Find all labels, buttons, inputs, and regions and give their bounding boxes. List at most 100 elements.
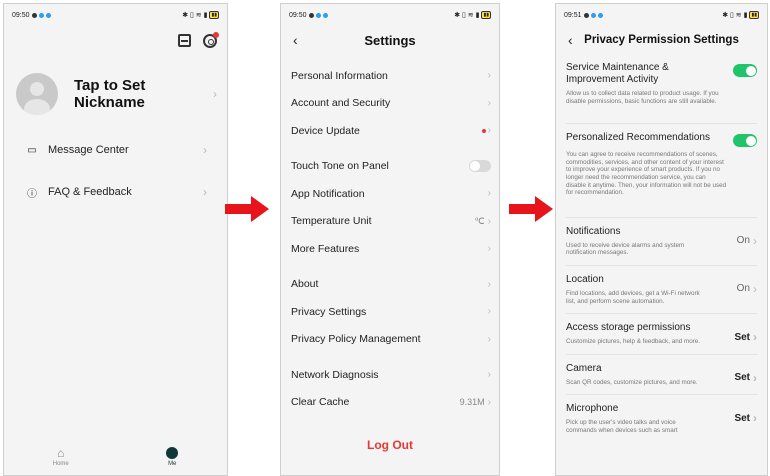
chevron-right-icon: › (487, 97, 491, 109)
permission-value: Set (734, 372, 750, 384)
status-icons: ✱ ▯ ≋ ▮ ▮▮ (454, 11, 491, 19)
settings-row-clear-cache[interactable]: Clear Cache 9.31M › (281, 389, 499, 417)
notification-badge (213, 32, 219, 38)
permission-title: Location (566, 273, 604, 285)
permission-title: Personalized Recommendations (566, 132, 710, 144)
profile-row[interactable]: Tap to Set Nickname › (16, 69, 217, 119)
chevron-right-icon: › (753, 370, 757, 385)
permission-description: Pick up the user's video talks and voice… (566, 419, 678, 434)
service-maintenance-toggle[interactable] (733, 64, 757, 77)
permission-value: On (736, 283, 750, 295)
message-center-item[interactable]: ▭ Message Center › (4, 129, 227, 171)
tab-label: Me (168, 461, 177, 467)
chevron-right-icon: › (487, 243, 491, 255)
row-label: Account and Security (291, 97, 391, 110)
settings-row-personal-information[interactable]: Personal Information › (281, 62, 499, 90)
permission-description: You can agree to receive recommendations… (566, 151, 727, 197)
menu-label: Message Center (48, 144, 129, 156)
chevron-right-icon: › (487, 125, 491, 137)
permission-service-maintenance: Service Maintenance & Improvement Activi… (566, 54, 757, 125)
row-label: Touch Tone on Panel (291, 160, 389, 173)
settings-row-app-notification[interactable]: App Notification › (281, 180, 499, 208)
row-label: Device Update (291, 124, 360, 137)
chevron-right-icon: › (487, 333, 491, 345)
settings-row-touch-tone: Touch Tone on Panel (281, 153, 499, 181)
home-icon: ⌂ (57, 446, 65, 460)
settings-row-temperature-unit[interactable]: Temperature Unit ℃ › (281, 208, 499, 236)
settings-row-about[interactable]: About › (281, 271, 499, 299)
status-icons: ✱ ▯ ≋ ▮ ▮▮ (182, 11, 219, 19)
avatar[interactable] (16, 73, 58, 115)
me-icon (166, 447, 179, 459)
permission-location[interactable]: Location Find locations, add devices, ge… (566, 266, 757, 315)
permission-value: Set (734, 412, 750, 424)
faq-feedback-item[interactable]: ⓘ FAQ & Feedback › (4, 171, 227, 213)
chevron-right-icon: › (203, 185, 207, 199)
chevron-right-icon: › (753, 411, 757, 426)
row-label: Privacy Settings (291, 305, 367, 318)
back-arrow-icon[interactable]: ‹ (568, 32, 573, 48)
chevron-right-icon: › (487, 188, 491, 200)
permission-description: Allow us to collect data related to prod… (566, 90, 719, 105)
row-label: Personal Information (291, 69, 388, 82)
row-label: About (291, 278, 319, 291)
back-arrow-icon[interactable]: ‹ (293, 32, 298, 48)
settings-row-device-update[interactable]: Device Update › (281, 117, 499, 145)
row-label: App Notification (291, 187, 365, 200)
permission-storage[interactable]: Access storage permissions Customize pic… (566, 314, 757, 355)
flow-arrow (509, 196, 555, 222)
status-time: 09:51 (564, 11, 582, 19)
settings-row-privacy-settings[interactable]: Privacy Settings › (281, 298, 499, 326)
tab-home[interactable]: ⌂ Home (53, 447, 69, 467)
menu-label: FAQ & Feedback (48, 186, 132, 198)
chevron-right-icon: › (753, 233, 757, 248)
settings-row-account-security[interactable]: Account and Security › (281, 90, 499, 118)
chevron-right-icon: › (487, 306, 491, 318)
permission-value: On (736, 235, 750, 247)
temperature-value: ℃ (474, 215, 485, 226)
page-title: Settings (364, 32, 416, 48)
permission-description: Customize pictures, help & feedback, and… (566, 338, 701, 346)
permission-microphone[interactable]: Microphone Pick up the user's video talk… (566, 395, 757, 442)
touch-tone-toggle[interactable] (469, 160, 491, 173)
row-label: Privacy Policy Management (291, 333, 421, 346)
settings-gear-icon[interactable] (203, 32, 219, 48)
settings-screen: 09:50 ✱ ▯ ≋ ▮ ▮▮ ‹ Settings Personal Inf… (280, 3, 500, 476)
chevron-right-icon: › (753, 330, 757, 345)
row-label: Temperature Unit (291, 215, 372, 228)
permission-title: Access storage permissions (566, 322, 691, 334)
personalized-recommendations-toggle[interactable] (733, 134, 757, 148)
permission-description: Scan QR codes, customize pictures, and m… (566, 378, 698, 386)
status-bar: 09:50 ✱ ▯ ≋ ▮ ▮▮ (281, 4, 499, 26)
status-time: 09:50 (289, 11, 307, 19)
battery-icon: ▮▮ (749, 11, 759, 19)
settings-row-more-features[interactable]: More Features › (281, 235, 499, 263)
permission-title: Camera (566, 362, 602, 374)
settings-row-privacy-policy[interactable]: Privacy Policy Management › (281, 326, 499, 354)
row-label: Network Diagnosis (291, 368, 379, 381)
battery-icon: ▮▮ (481, 11, 491, 19)
row-label: More Features (291, 242, 360, 255)
bottom-tab-bar: ⌂ Home Me (4, 439, 227, 475)
tab-label: Home (52, 461, 69, 467)
nickname-label: Tap to Set Nickname (74, 77, 146, 111)
chevron-right-icon: › (487, 369, 491, 381)
logout-button[interactable]: Log Out (281, 438, 499, 452)
status-time: 09:50 (12, 11, 30, 19)
page-title: Privacy Permission Settings (584, 34, 739, 46)
update-dot (481, 128, 486, 133)
flow-arrow (225, 196, 271, 222)
chevron-right-icon: › (203, 143, 207, 157)
permission-camera[interactable]: Camera Scan QR codes, customize pictures… (566, 355, 757, 396)
settings-row-network-diagnosis[interactable]: Network Diagnosis › (281, 361, 499, 389)
chevron-right-icon: › (487, 215, 491, 227)
chevron-right-icon: › (487, 278, 491, 290)
chevron-right-icon: › (213, 87, 217, 101)
scan-icon[interactable] (178, 34, 191, 47)
permission-title: Notifications (566, 225, 621, 237)
chevron-right-icon: › (753, 281, 757, 296)
tab-me[interactable]: Me (166, 447, 179, 467)
screenshot-stage: 09:50 ✱ ▯ ≋ ▮ ▮▮ Tap to Set Nickname › ▭… (0, 0, 770, 476)
permission-notifications[interactable]: Notifications Used to receive device ala… (566, 218, 757, 266)
permission-title: Service Maintenance & Improvement Activi… (566, 62, 669, 85)
